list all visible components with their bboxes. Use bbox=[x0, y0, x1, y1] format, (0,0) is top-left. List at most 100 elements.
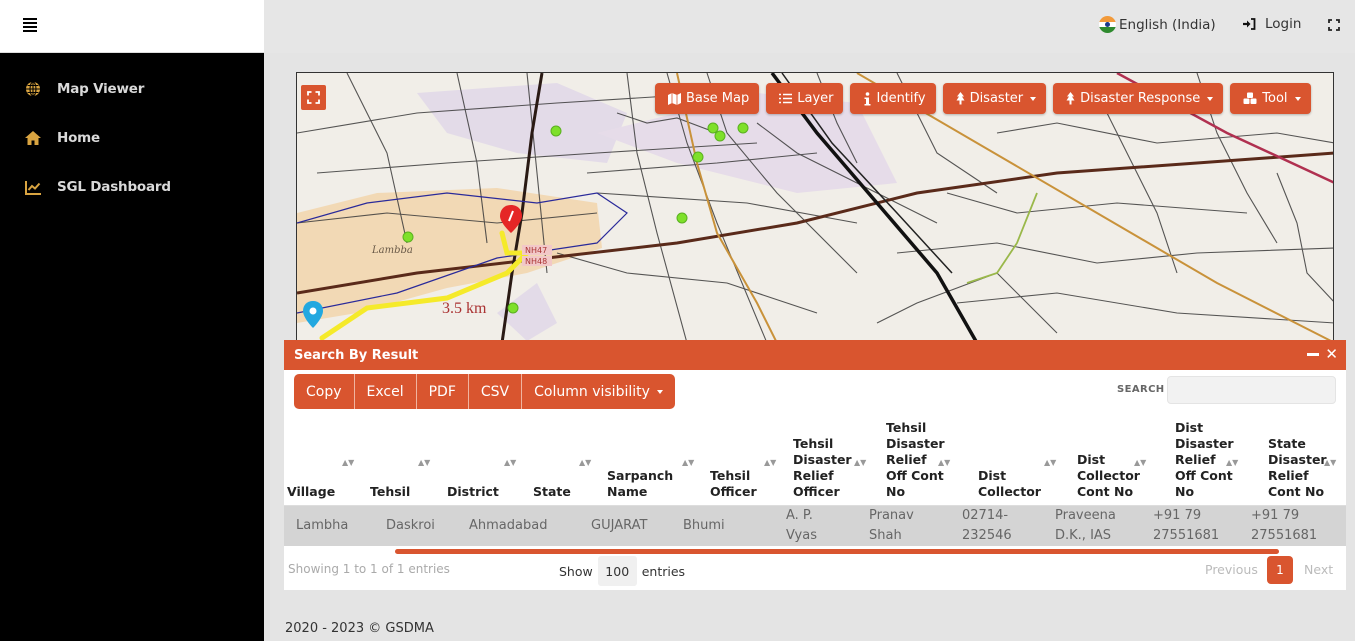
search-input[interactable] bbox=[1167, 376, 1336, 404]
layer-button[interactable]: Layer bbox=[766, 83, 844, 114]
pagination-previous[interactable]: Previous bbox=[1205, 562, 1258, 577]
sort-icon[interactable]: ▲▼ bbox=[1044, 458, 1056, 467]
column-header-district[interactable]: District bbox=[447, 484, 499, 500]
copyright-footer: 2020 - 2023 © GSDMA bbox=[285, 621, 434, 636]
column-header-state[interactable]: State bbox=[533, 484, 571, 500]
table-info: Showing 1 to 1 of 1 entries bbox=[288, 562, 450, 576]
sidebar: Map Viewer Home SGL Dashboard bbox=[0, 53, 264, 641]
home-icon bbox=[24, 129, 42, 147]
column-header-tehsil-disaster-relief-officer[interactable]: Tehsil Disaster Relief Officer bbox=[793, 436, 858, 500]
column-header-tehsil-officer[interactable]: Tehsil Officer bbox=[710, 468, 770, 500]
disaster-response-dropdown[interactable]: Disaster Response bbox=[1053, 83, 1224, 114]
pdf-button[interactable]: PDF bbox=[416, 374, 469, 409]
csv-button[interactable]: CSV bbox=[468, 374, 523, 409]
origin-pin-icon[interactable] bbox=[303, 301, 323, 328]
sort-icon[interactable]: ▲▼ bbox=[854, 458, 866, 467]
excel-button[interactable]: Excel bbox=[354, 374, 417, 409]
sort-icon[interactable]: ▲▼ bbox=[342, 458, 354, 467]
urban-area bbox=[417, 83, 627, 163]
table-header: Village Tehsil District State Sarpanch N… bbox=[284, 416, 1346, 506]
panel-header: Search By Result ✕ bbox=[284, 340, 1346, 370]
road-label: NH48 bbox=[525, 257, 547, 266]
tool-label: Tool bbox=[1262, 91, 1288, 106]
search-result-panel: Search By Result ✕ Copy Excel PDF CSV Co… bbox=[284, 340, 1346, 590]
sort-icon[interactable]: ▲▼ bbox=[1134, 458, 1146, 467]
map-fullscreen-button[interactable] bbox=[301, 85, 326, 110]
cell-tehsil-disaster-relief-off-cont-no: 02714-232546 bbox=[962, 508, 1012, 543]
sort-icon[interactable]: ▲▼ bbox=[764, 458, 776, 467]
cell-state: GUJARAT bbox=[591, 518, 648, 533]
column-header-state-disaster-relief-cont-no[interactable]: State Disaster Relief Cont No bbox=[1268, 436, 1330, 500]
sidebar-item-label: Map Viewer bbox=[57, 81, 145, 97]
login-label: Login bbox=[1265, 16, 1302, 32]
horizontal-scrollbar[interactable] bbox=[395, 549, 1279, 554]
column-header-sarpanch-name[interactable]: Sarpanch Name bbox=[607, 468, 682, 500]
sort-icon[interactable]: ▲▼ bbox=[938, 458, 950, 467]
column-visibility-button[interactable]: Column visibility bbox=[522, 374, 675, 409]
location-marker[interactable] bbox=[707, 122, 719, 134]
sign-in-icon bbox=[1242, 18, 1256, 30]
map-canvas[interactable]: Lambba 3.5 km NH47 NH48 Base Map Layer I… bbox=[296, 72, 1334, 342]
sidebar-item-home[interactable]: Home bbox=[0, 123, 264, 153]
route-distance-label: 3.5 km bbox=[442, 300, 487, 317]
column-header-dist-collector-cont-no[interactable]: Dist Collector Cont No bbox=[1077, 452, 1142, 500]
map-place-label: Lambba bbox=[371, 245, 413, 256]
cell-dist-collector: Praveena D.K., IAS bbox=[1055, 508, 1116, 543]
sort-icon[interactable]: ▲▼ bbox=[1324, 458, 1336, 467]
sidebar-header bbox=[0, 0, 264, 53]
copy-button[interactable]: Copy bbox=[294, 374, 355, 409]
info-icon bbox=[863, 91, 871, 106]
login-button[interactable]: Login bbox=[1242, 16, 1301, 32]
pagination-next[interactable]: Next bbox=[1304, 562, 1333, 577]
sidebar-item-sgl-dashboard[interactable]: SGL Dashboard bbox=[0, 172, 264, 202]
location-marker[interactable] bbox=[507, 302, 519, 314]
sort-icon[interactable]: ▲▼ bbox=[418, 458, 430, 467]
india-flag-icon bbox=[1099, 16, 1116, 33]
tree-icon bbox=[1066, 92, 1075, 105]
location-marker[interactable] bbox=[550, 125, 562, 137]
map-toolbar: Base Map Layer Identify Disaster Disaste… bbox=[655, 83, 1318, 114]
road-label: NH47 bbox=[525, 246, 547, 255]
tool-dropdown[interactable]: Tool bbox=[1230, 83, 1311, 114]
base-map-button[interactable]: Base Map bbox=[655, 83, 760, 114]
sort-icon[interactable]: ▲▼ bbox=[1226, 458, 1238, 467]
sidebar-item-map-viewer[interactable]: Map Viewer bbox=[0, 74, 264, 104]
column-header-village[interactable]: Village bbox=[287, 484, 335, 500]
cell-district: Ahmadabad bbox=[469, 518, 548, 533]
cell-dist-disaster-relief-off-cont-no: +91 79 27551681 bbox=[1251, 508, 1318, 543]
table-row[interactable]: Lambha Daskroi Ahmadabad GUJARAT Bhumi A… bbox=[284, 506, 1346, 546]
cell-tehsil-officer: A. P. Vyas bbox=[786, 508, 817, 543]
menu-toggle-icon[interactable] bbox=[23, 18, 37, 32]
column-header-tehsil[interactable]: Tehsil bbox=[370, 484, 410, 500]
column-visibility-label: Column visibility bbox=[534, 383, 650, 400]
layer-label: Layer bbox=[797, 91, 834, 106]
sort-icon[interactable]: ▲▼ bbox=[682, 458, 694, 467]
location-marker[interactable] bbox=[676, 212, 688, 224]
sort-icon[interactable]: ▲▼ bbox=[504, 458, 516, 467]
map-icon bbox=[668, 92, 681, 105]
identify-button[interactable]: Identify bbox=[850, 83, 936, 114]
column-header-dist-collector[interactable]: Dist Collector bbox=[978, 468, 1041, 500]
location-marker[interactable] bbox=[737, 122, 749, 134]
caret-down-icon bbox=[1030, 96, 1037, 101]
disaster-dropdown[interactable]: Disaster bbox=[942, 83, 1047, 114]
fullscreen-icon[interactable] bbox=[1328, 19, 1340, 35]
pagination-page-current[interactable]: 1 bbox=[1267, 556, 1293, 584]
sidebar-item-label: Home bbox=[57, 130, 100, 146]
page-length-control: Show 100 entries bbox=[559, 556, 685, 586]
language-selector[interactable]: English (India) bbox=[1099, 16, 1216, 33]
entries-label: entries bbox=[641, 563, 686, 579]
location-marker[interactable] bbox=[692, 151, 704, 163]
minimize-icon[interactable] bbox=[1307, 352, 1320, 356]
close-icon[interactable]: ✕ bbox=[1325, 347, 1338, 362]
caret-down-icon bbox=[1294, 96, 1301, 101]
cell-dist-collector-cont-no: +91 79 27551681 bbox=[1153, 508, 1220, 543]
sort-icon[interactable]: ▲▼ bbox=[579, 458, 591, 467]
caret-down-icon bbox=[656, 389, 663, 394]
identify-label: Identify bbox=[876, 91, 926, 106]
chart-line-icon bbox=[24, 178, 42, 196]
page-length-select[interactable]: 100 bbox=[597, 556, 637, 586]
location-marker[interactable] bbox=[402, 231, 414, 243]
top-header: English (India) Login bbox=[264, 0, 1355, 53]
location-marker[interactable] bbox=[714, 130, 726, 142]
